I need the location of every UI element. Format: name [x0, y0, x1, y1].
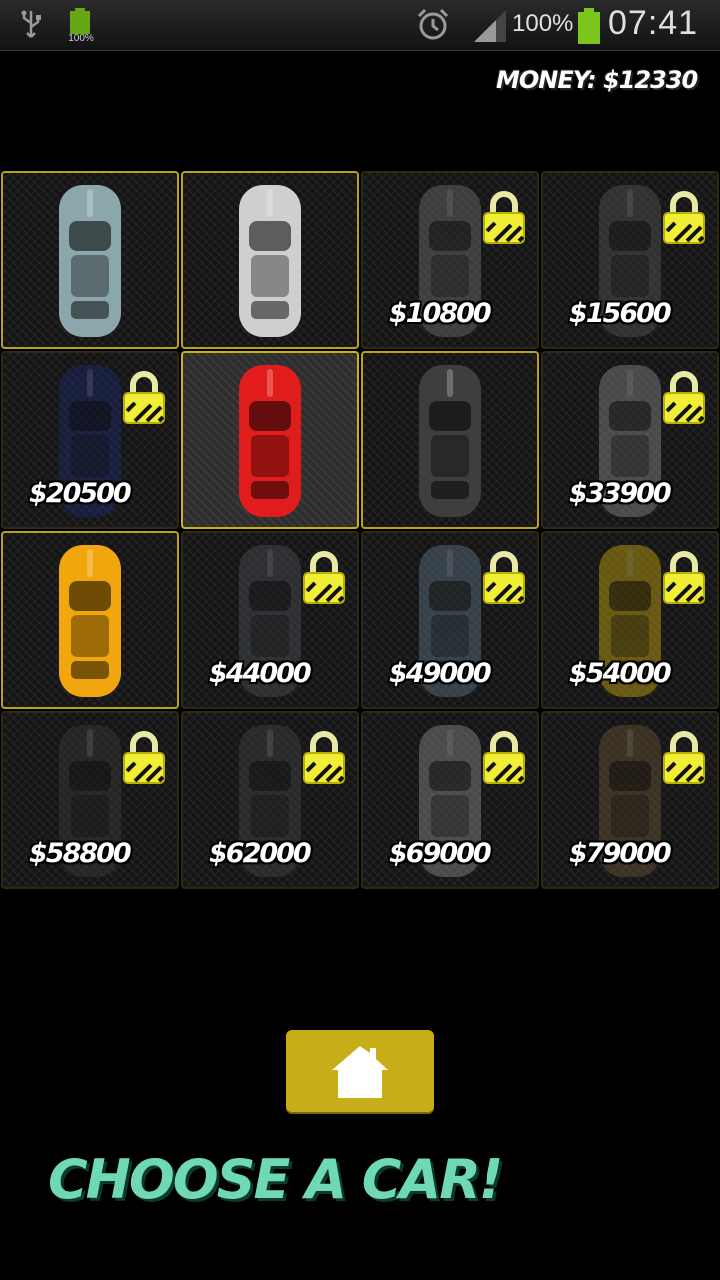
car-slot[interactable]: $20500 [1, 351, 179, 529]
usb-icon [21, 10, 41, 38]
battery-small-label: 100% [68, 33, 94, 44]
car-icon [239, 185, 301, 337]
home-icon [332, 1046, 388, 1098]
car-slot[interactable]: $79000 [541, 711, 719, 889]
padlock-icon [483, 731, 525, 784]
battery-percent: 100% [512, 10, 574, 37]
car-slot[interactable]: $69000 [361, 711, 539, 889]
car-price: $33900 [569, 478, 672, 509]
padlock-icon [123, 371, 165, 424]
padlock-icon [663, 371, 705, 424]
car-slot[interactable]: $54000 [541, 531, 719, 709]
padlock-icon [663, 191, 705, 244]
car-slot[interactable]: $44000 [181, 531, 359, 709]
car-slot[interactable] [181, 351, 359, 529]
car-slot[interactable]: $15600 [541, 171, 719, 349]
battery-full-icon: 100% [66, 8, 94, 44]
car-price: $69000 [389, 838, 492, 869]
car-slot[interactable]: $62000 [181, 711, 359, 889]
car-slot[interactable]: $58800 [1, 711, 179, 889]
choose-car-heading: CHOOSE A CAR! [48, 1148, 503, 1211]
car-slot[interactable] [181, 171, 359, 349]
money-label: MONEY: $12330 [496, 66, 698, 94]
car-price: $58800 [29, 838, 132, 869]
car-price: $10800 [389, 298, 492, 329]
car-icon [59, 545, 121, 697]
signal-icon [474, 10, 506, 42]
car-slot[interactable] [1, 531, 179, 709]
car-grid: $10800 $15600 $20500 $33900 $44000 $49000 $540… [0, 170, 720, 890]
car-slot[interactable] [1, 171, 179, 349]
padlock-icon [483, 551, 525, 604]
car-slot[interactable]: $33900 [541, 351, 719, 529]
battery-icon [578, 8, 600, 44]
car-price: $79000 [569, 838, 672, 869]
padlock-icon [123, 731, 165, 784]
home-button[interactable] [286, 1030, 434, 1112]
car-icon [59, 185, 121, 337]
status-bar: 100% 100% 07:41 [0, 0, 720, 51]
car-slot[interactable]: $49000 [361, 531, 539, 709]
car-slot[interactable] [361, 351, 539, 529]
padlock-icon [303, 731, 345, 784]
car-icon [239, 365, 301, 517]
car-icon [419, 365, 481, 517]
padlock-icon [663, 551, 705, 604]
car-price: $62000 [209, 838, 312, 869]
car-slot[interactable]: $10800 [361, 171, 539, 349]
car-price: $44000 [209, 658, 312, 689]
car-price: $15600 [569, 298, 672, 329]
car-price: $20500 [29, 478, 132, 509]
padlock-icon [483, 191, 525, 244]
padlock-icon [303, 551, 345, 604]
padlock-icon [663, 731, 705, 784]
clock: 07:41 [608, 4, 699, 42]
car-price: $54000 [569, 658, 672, 689]
alarm-icon [417, 8, 449, 40]
car-price: $49000 [389, 658, 492, 689]
